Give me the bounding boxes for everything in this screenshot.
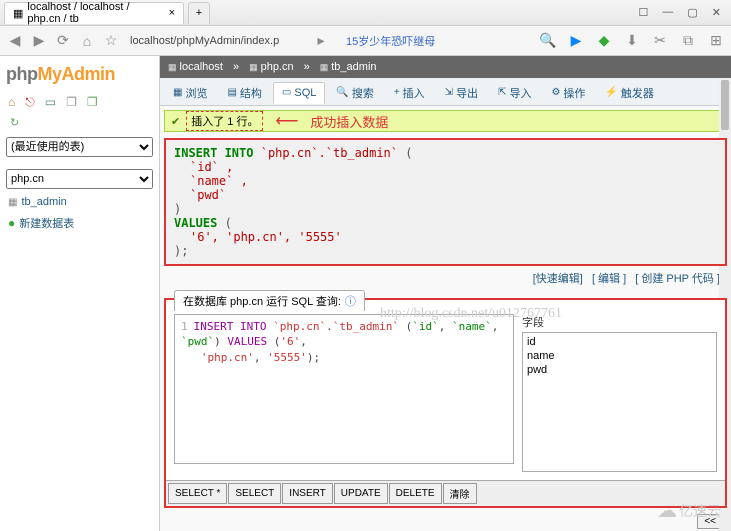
sidebar: phpMyAdmin ⌂ ⎋ ▭ ❐ ❐ ↻ (最近使用的表) php.cn t… (0, 56, 160, 531)
play-icon[interactable]: ▶ (567, 32, 585, 50)
sql-query-area: 在数据库 php.cn 运行 SQL 查询: ⓘ 1INSERT INTO `p… (164, 298, 727, 508)
cut-icon[interactable]: ✂ (651, 32, 669, 50)
recent-tables-select[interactable]: (最近使用的表) (6, 137, 153, 157)
field-item[interactable]: id (527, 335, 712, 349)
reload-tree-icon[interactable]: ↻ (6, 116, 153, 129)
btn-select-star[interactable]: SELECT * (168, 483, 227, 504)
forward-button[interactable]: ▶ (30, 32, 48, 50)
link-quick-edit[interactable]: [快速编辑] (533, 273, 583, 285)
breadcrumb: localhost » php.cn » tb_admin (160, 56, 731, 78)
new-tab-button[interactable]: + (188, 2, 210, 24)
download-icon[interactable]: ⬇ (623, 32, 641, 50)
sql-icon[interactable]: ▭ (45, 95, 56, 110)
btn-delete[interactable]: DELETE (389, 483, 442, 504)
new-table-button[interactable]: 新建数据表 (6, 211, 153, 235)
crumb-server[interactable]: localhost (168, 61, 223, 73)
logout-icon[interactable]: ⎋ (25, 95, 35, 110)
tab-import[interactable]: ⇱导入 (489, 80, 540, 106)
extensions-icon[interactable]: ⊞ (707, 32, 725, 50)
url-more-icon[interactable]: ▸ (312, 32, 330, 50)
maximize-icon[interactable]: ▢ (687, 6, 697, 19)
sql-template-buttons: SELECT * SELECT INSERT UPDATE DELETE 清除 (166, 480, 725, 506)
tree-table-item[interactable]: tb_admin (6, 193, 153, 211)
tab-sql[interactable]: ▭SQL (273, 82, 325, 104)
minimize-icon[interactable]: — (662, 6, 673, 19)
btn-select[interactable]: SELECT (228, 483, 281, 504)
news-headline[interactable]: 15岁少年恐吓继母 (346, 33, 435, 49)
tab-structure[interactable]: ▤结构 (218, 80, 270, 106)
annotation-arrow-icon: ⟵ (269, 111, 304, 131)
tab-operations[interactable]: ⚙操作 (542, 80, 594, 106)
link-edit[interactable]: [ 编辑 ] (592, 273, 626, 285)
tab-title: localhost / localhost / php.cn / tb (27, 1, 164, 25)
favorite-icon[interactable]: ☆ (102, 32, 120, 50)
crumb-db[interactable]: php.cn (249, 61, 294, 73)
field-item[interactable]: name (527, 349, 712, 363)
copy-icon[interactable]: ⧉ (679, 32, 697, 50)
back-button[interactable]: ◀ (6, 32, 24, 50)
settings-icon[interactable]: ❐ (87, 95, 98, 110)
field-item[interactable]: pwd (527, 363, 712, 377)
search-icon[interactable]: 🔍 (539, 32, 557, 50)
page-icon: ▦ (13, 7, 23, 20)
annotation-success: 成功插入数据 (310, 112, 388, 131)
url-field[interactable]: localhost/phpMyAdmin/index.p (126, 31, 306, 51)
watermark-brand: 亿速云 (657, 498, 721, 523)
tab-triggers[interactable]: ⚡触发器 (596, 80, 662, 106)
database-select[interactable]: php.cn (6, 169, 153, 189)
close-icon[interactable]: ✕ (712, 6, 721, 19)
browser-tab-bar: ▦ localhost / localhost / php.cn / tb × … (0, 0, 731, 26)
fields-label: 字段 (522, 314, 717, 330)
fields-list[interactable]: id name pwd (522, 332, 717, 472)
home-icon[interactable]: ⌂ (8, 95, 15, 110)
executed-sql-box: INSERT INTO `php.cn`.`tb_admin` ( `id` ,… (164, 138, 727, 266)
btn-update[interactable]: UPDATE (334, 483, 388, 504)
btn-clear[interactable]: 清除 (443, 483, 477, 504)
home-button[interactable]: ⌂ (78, 32, 96, 50)
help-icon[interactable]: ⓘ (345, 293, 356, 309)
success-text: 插入了 1 行。 (186, 111, 263, 131)
sql-action-links: [快速编辑] [ 编辑 ] [ 创建 PHP 代码 ] (160, 268, 731, 288)
table-tabs: ▦浏览 ▤结构 ▭SQL 🔍搜索 +插入 ⇲导出 ⇱导入 ⚙操作 ⚡触发器 (160, 78, 731, 106)
phpmyadmin-logo: phpMyAdmin (6, 60, 153, 93)
link-create-php[interactable]: [ 创建 PHP 代码 ] (635, 273, 720, 285)
address-bar: ◀ ▶ ⟳ ⌂ ☆ localhost/phpMyAdmin/index.p ▸… (0, 26, 731, 56)
tab-insert[interactable]: +插入 (385, 80, 434, 106)
btn-insert[interactable]: INSERT (282, 483, 333, 504)
bookmark-bar-icon[interactable]: ☐ (639, 6, 649, 19)
tab-close-icon[interactable]: × (169, 7, 175, 19)
sql-editor[interactable]: 1INSERT INTO `php.cn`.`tb_admin` (`id`, … (174, 314, 514, 464)
docs-icon[interactable]: ❐ (66, 95, 77, 110)
tab-browse[interactable]: ▦浏览 (164, 80, 216, 106)
check-icon: ✔ (171, 115, 180, 128)
query-tab-label: 在数据库 php.cn 运行 SQL 查询: ⓘ (174, 290, 365, 311)
reload-button[interactable]: ⟳ (54, 32, 72, 50)
shield-icon[interactable]: ◆ (595, 32, 613, 50)
sidebar-quick-icons: ⌂ ⎋ ▭ ❐ ❐ (6, 93, 153, 116)
tab-search[interactable]: 🔍搜索 (327, 80, 382, 106)
tab-export[interactable]: ⇲导出 (436, 80, 487, 106)
success-message: ✔ 插入了 1 行。 ⟵ 成功插入数据 (164, 110, 727, 132)
browser-tab[interactable]: ▦ localhost / localhost / php.cn / tb × (4, 2, 184, 24)
main-content: localhost » php.cn » tb_admin ▦浏览 ▤结构 ▭S… (160, 56, 731, 531)
crumb-table[interactable]: tb_admin (320, 61, 377, 73)
